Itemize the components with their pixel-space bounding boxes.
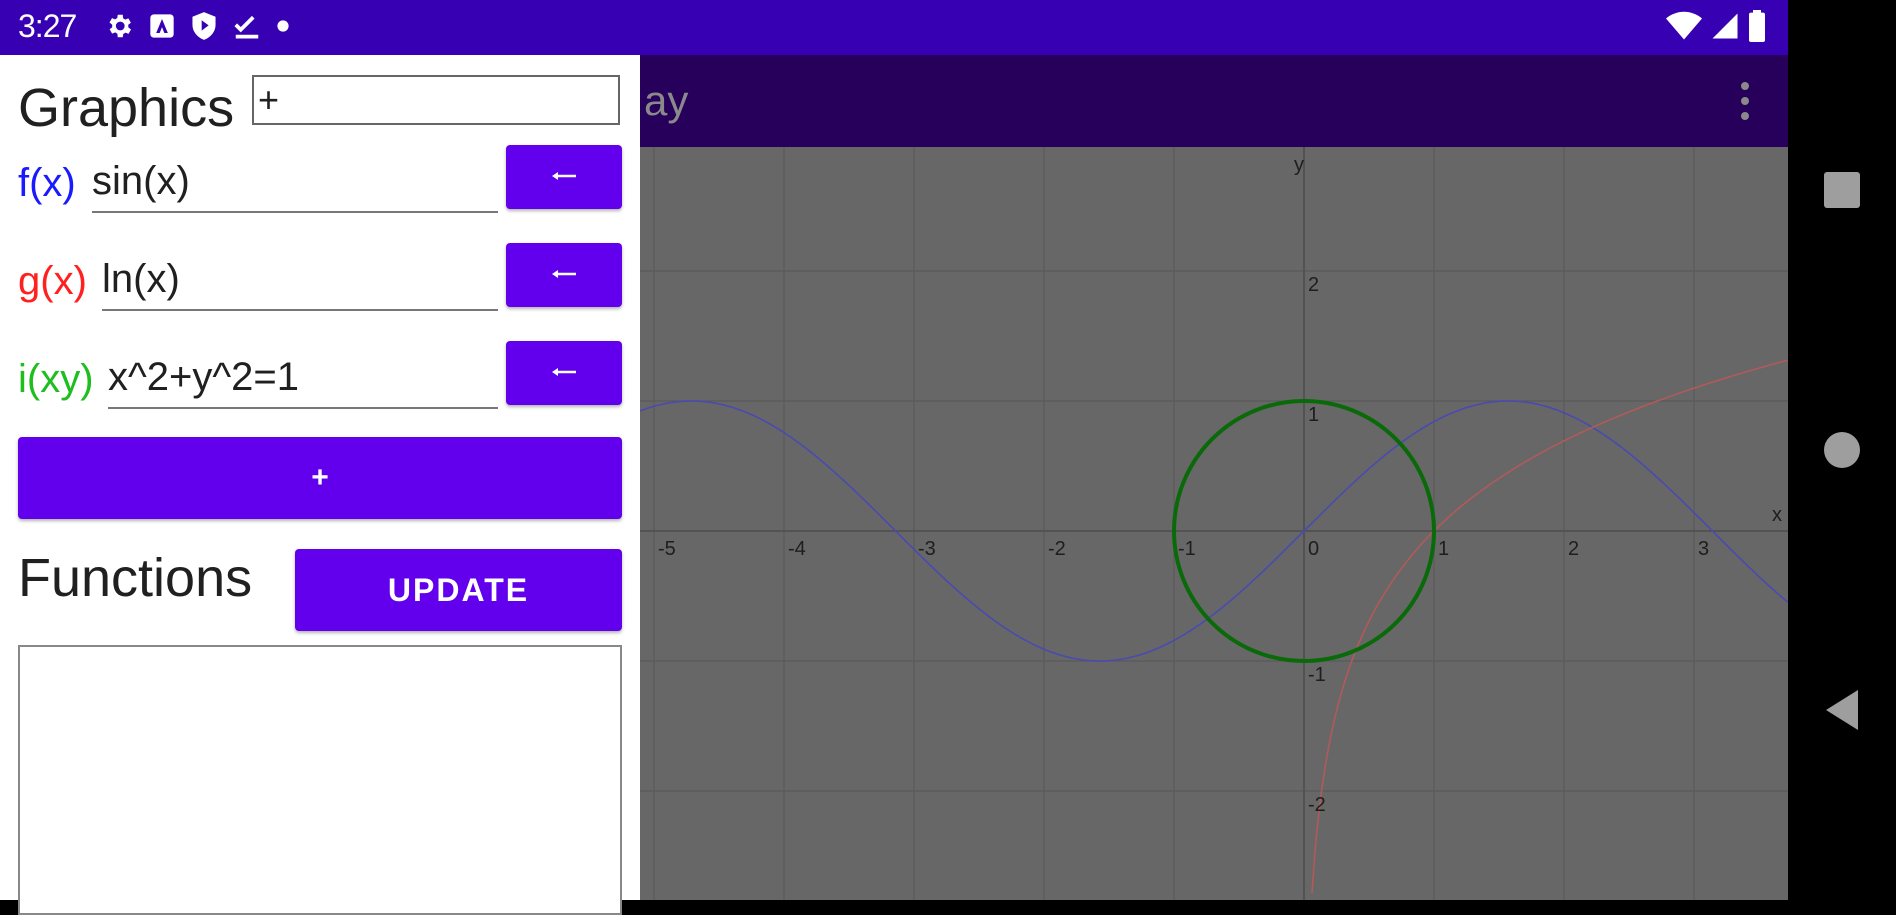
function-expression-field[interactable]: sin(x)	[92, 153, 498, 213]
x-tick-label: -3	[918, 538, 936, 560]
app-title: ay	[644, 77, 689, 124]
x-axis-label: x	[1772, 504, 1782, 526]
graph-canvas[interactable]: -5 -4 -3 -2 -1 0 1 2 3 2 1 -1 -2 x y	[640, 147, 1788, 900]
system-icons	[1666, 9, 1766, 47]
curve-ln	[1311, 359, 1788, 894]
x-tick-label: 0	[1308, 538, 1319, 560]
y-tick-label: 2	[1308, 274, 1319, 296]
y-tick-label: 1	[1308, 404, 1319, 426]
function-name: g(x)	[18, 259, 87, 303]
recents-square-icon[interactable]	[1812, 160, 1872, 220]
wifi-icon	[1666, 11, 1702, 46]
home-circle-icon[interactable]	[1812, 420, 1872, 480]
apply-function-button[interactable]	[506, 341, 622, 405]
function-row-f: f(x) sin(x)	[18, 145, 622, 217]
a-badge-icon	[148, 12, 176, 45]
x-tick-label: 1	[1438, 538, 1449, 560]
status-bar: 3:27	[0, 0, 1788, 55]
x-tick-label: 3	[1698, 538, 1709, 560]
overflow-menu-icon[interactable]	[1740, 81, 1750, 121]
battery-icon	[1748, 9, 1766, 47]
arrow-left-icon	[550, 364, 578, 383]
x-tick-label: -5	[658, 538, 676, 560]
notification-icons	[104, 9, 290, 47]
graphics-input[interactable]: +	[252, 75, 620, 125]
signal-icon	[1710, 11, 1740, 46]
function-drawer: Graphics + f(x) sin(x) g(x) ln(x) i(xy) …	[0, 55, 640, 915]
arrow-left-icon	[550, 168, 578, 187]
update-button[interactable]: UPDATE	[295, 549, 622, 631]
function-row-i: i(xy) x^2+y^2=1	[18, 341, 622, 413]
function-name: i(xy)	[18, 357, 94, 401]
back-triangle-icon[interactable]	[1812, 680, 1872, 740]
x-tick-label: -4	[788, 538, 806, 560]
check-download-icon	[232, 11, 262, 46]
function-expression-field[interactable]: ln(x)	[102, 251, 498, 311]
function-expression-field[interactable]: x^2+y^2=1	[108, 349, 498, 409]
arrow-left-icon	[550, 266, 578, 285]
settings-icon	[104, 11, 134, 46]
shield-play-icon	[190, 11, 218, 46]
graph-curves	[640, 359, 1788, 894]
x-tick-label: -1	[1178, 538, 1196, 560]
y-tick-label: -2	[1308, 794, 1326, 816]
dot-icon	[276, 19, 290, 38]
y-tick-label: -1	[1308, 664, 1326, 686]
graph-axes	[640, 147, 1788, 900]
x-tick-label: -2	[1048, 538, 1066, 560]
apply-function-button[interactable]	[506, 243, 622, 307]
function-name: f(x)	[18, 161, 76, 205]
functions-list[interactable]	[18, 645, 622, 915]
function-row-g: g(x) ln(x)	[18, 243, 622, 315]
navigation-bar	[1788, 0, 1896, 900]
x-tick-label: 2	[1568, 538, 1579, 560]
y-axis-label: y	[1294, 154, 1304, 176]
graphics-label: Graphics	[18, 78, 235, 138]
graph-ticks: -5 -4 -3 -2 -1 0 1 2 3 2 1 -1 -2 x y	[658, 154, 1782, 816]
graph-grid	[640, 147, 1788, 900]
add-function-button[interactable]: +	[18, 437, 622, 519]
status-time: 3:27	[18, 8, 77, 44]
app-bar: ay	[640, 55, 1788, 147]
functions-heading: Functions	[18, 548, 253, 608]
apply-function-button[interactable]	[506, 145, 622, 209]
